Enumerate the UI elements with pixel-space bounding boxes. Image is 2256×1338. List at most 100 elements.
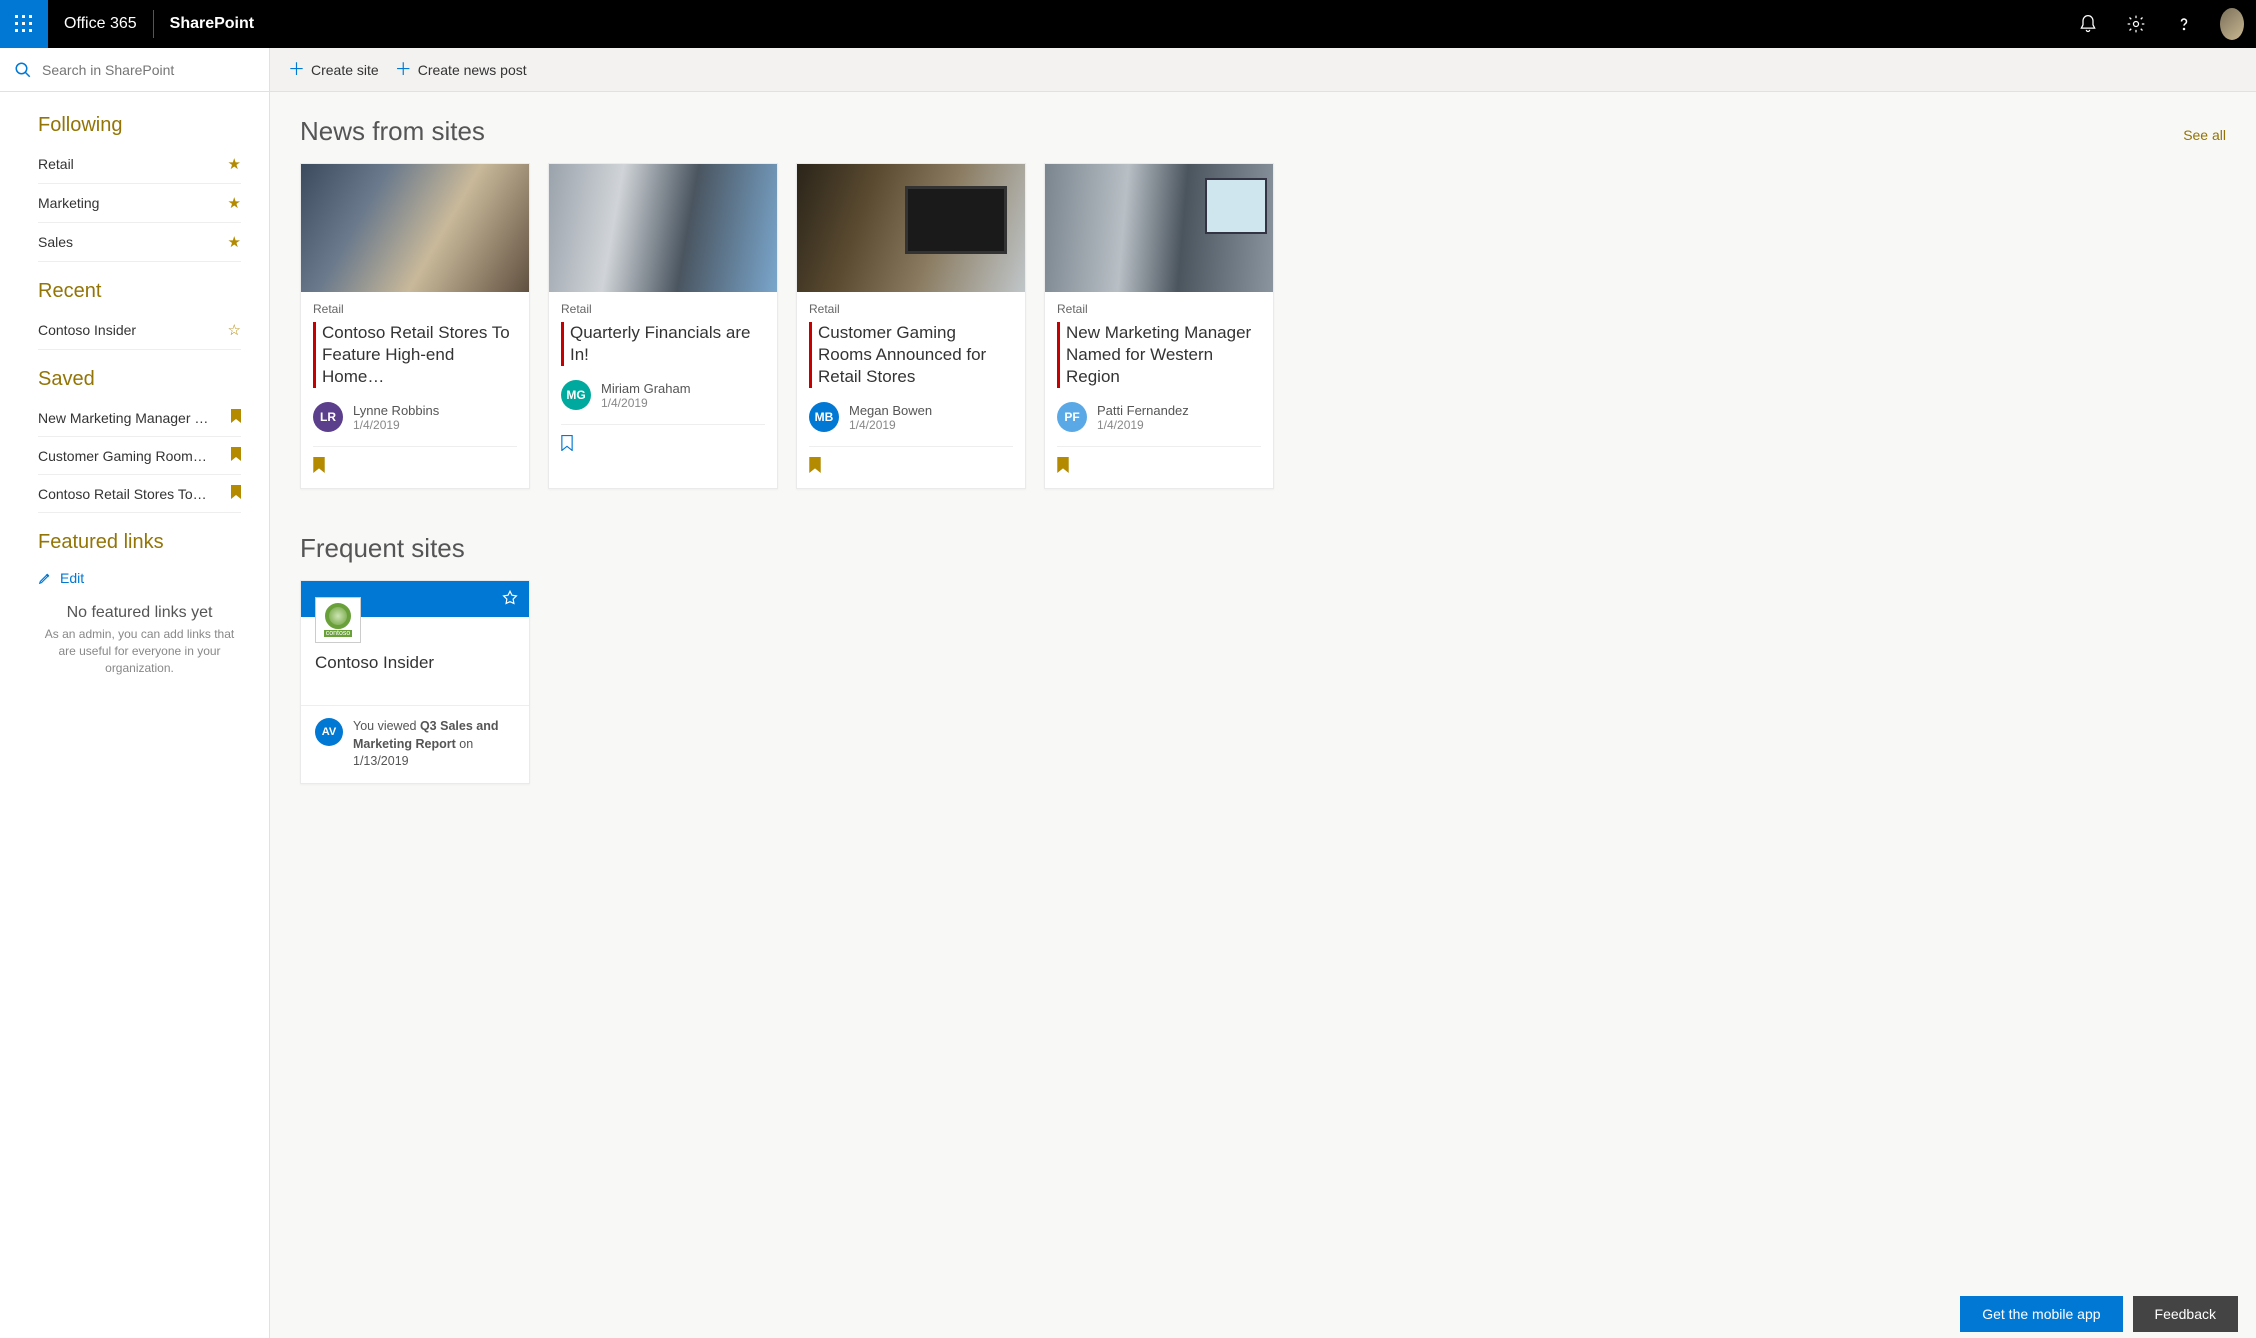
recent-item-contoso-insider[interactable]: Contoso Insider ☆ — [38, 311, 241, 350]
star-outline-icon[interactable] — [501, 589, 519, 610]
author-name: Megan Bowen — [849, 403, 932, 418]
news-card[interactable]: Retail Quarterly Financials are In! MG M… — [548, 163, 778, 489]
news-section-header: News from sites See all — [300, 116, 2226, 147]
featured-heading: Featured links — [38, 531, 241, 554]
account-button[interactable] — [2208, 0, 2256, 48]
news-category: Retail — [809, 302, 1013, 316]
news-thumbnail — [549, 164, 777, 292]
news-heading: News from sites — [300, 116, 485, 147]
activity-text: You viewed Q3 Sales and Marketing Report… — [353, 718, 515, 771]
following-item-retail[interactable]: Retail ★ — [38, 145, 241, 184]
following-item-label: Retail — [38, 156, 74, 172]
star-outline-icon[interactable]: ☆ — [228, 321, 241, 339]
following-item-marketing[interactable]: Marketing ★ — [38, 184, 241, 223]
news-see-all-link[interactable]: See all — [2183, 127, 2226, 143]
saved-item[interactable]: Contoso Retail Stores To Fea… — [38, 475, 241, 513]
create-news-post-button[interactable]: ＋ Create news post — [395, 61, 527, 78]
suite-product-label[interactable]: Office 365 — [48, 15, 153, 33]
left-nav: Following Retail ★ Marketing ★ Sales ★ R… — [0, 92, 269, 716]
recent-item-label: Contoso Insider — [38, 322, 136, 338]
frequent-site-name: Contoso Insider — [315, 653, 515, 673]
star-filled-icon[interactable]: ★ — [228, 233, 241, 251]
bell-icon — [2078, 14, 2098, 34]
featured-edit-label: Edit — [60, 570, 84, 586]
app-launcher-button[interactable] — [0, 0, 48, 48]
search-box[interactable] — [0, 48, 269, 92]
news-thumbnail — [797, 164, 1025, 292]
author-name: Lynne Robbins — [353, 403, 439, 418]
news-category: Retail — [1057, 302, 1261, 316]
news-grid: Retail Contoso Retail Stores To Feature … — [300, 163, 2226, 489]
saved-item[interactable]: New Marketing Manager N… — [38, 399, 241, 437]
bookmark-filled-icon[interactable] — [231, 447, 241, 464]
news-card[interactable]: Retail Contoso Retail Stores To Feature … — [300, 163, 530, 489]
frequent-activity: AV You viewed Q3 Sales and Marketing Rep… — [301, 705, 529, 783]
following-item-label: Marketing — [38, 195, 99, 211]
plus-icon: ＋ — [288, 61, 305, 78]
suite-app-label[interactable]: SharePoint — [154, 15, 270, 33]
following-item-sales[interactable]: Sales ★ — [38, 223, 241, 262]
news-date: 1/4/2019 — [1097, 418, 1189, 432]
news-thumbnail — [301, 164, 529, 292]
waffle-icon — [15, 15, 33, 33]
title-accent-bar — [809, 322, 812, 388]
featured-empty-state: No featured links yet As an admin, you c… — [38, 604, 241, 676]
news-title: Contoso Retail Stores To Feature High-en… — [322, 322, 517, 388]
saved-item-label: Customer Gaming Rooms A… — [38, 448, 210, 464]
suite-bar: Office 365 SharePoint — [0, 0, 2256, 48]
frequent-site-card[interactable]: contoso Contoso Insider AV You viewed Q3… — [300, 580, 530, 784]
news-date: 1/4/2019 — [601, 396, 691, 410]
star-filled-icon[interactable]: ★ — [228, 194, 241, 212]
saved-item[interactable]: Customer Gaming Rooms A… — [38, 437, 241, 475]
following-item-label: Sales — [38, 234, 73, 250]
get-mobile-app-button[interactable]: Get the mobile app — [1960, 1296, 2122, 1332]
bookmark-outline-icon[interactable] — [561, 438, 573, 454]
bookmark-filled-icon[interactable] — [1057, 460, 1069, 476]
saved-item-label: Contoso Retail Stores To Fea… — [38, 486, 210, 502]
question-icon — [2174, 14, 2194, 34]
news-date: 1/4/2019 — [353, 418, 439, 432]
site-logo: contoso — [315, 597, 361, 643]
title-accent-bar — [561, 322, 564, 366]
author-name: Miriam Graham — [601, 381, 691, 396]
bookmark-filled-icon[interactable] — [313, 460, 325, 476]
news-title: Customer Gaming Rooms Announced for Reta… — [818, 322, 1013, 388]
search-input[interactable] — [42, 62, 255, 78]
pencil-icon — [38, 571, 52, 585]
plus-icon: ＋ — [395, 61, 412, 78]
notifications-button[interactable] — [2064, 0, 2112, 48]
left-column: Following Retail ★ Marketing ★ Sales ★ R… — [0, 48, 270, 1338]
featured-empty-title: No featured links yet — [38, 604, 241, 622]
author-name: Patti Fernandez — [1097, 403, 1189, 418]
bookmark-filled-icon[interactable] — [231, 409, 241, 426]
suite-bar-right — [2064, 0, 2256, 48]
bookmark-filled-icon[interactable] — [809, 460, 821, 476]
news-title: New Marketing Manager Named for Western … — [1066, 322, 1261, 388]
news-category: Retail — [561, 302, 765, 316]
search-icon — [14, 61, 32, 79]
author-avatar: MB — [809, 402, 839, 432]
star-filled-icon[interactable]: ★ — [228, 155, 241, 173]
news-card[interactable]: Retail New Marketing Manager Named for W… — [1044, 163, 1274, 489]
main-scroll[interactable]: News from sites See all Retail Contoso R… — [270, 92, 2256, 1338]
frequent-heading: Frequent sites — [300, 533, 2226, 564]
main-column: ＋ Create site ＋ Create news post News fr… — [270, 48, 2256, 1338]
news-card[interactable]: Retail Customer Gaming Rooms Announced f… — [796, 163, 1026, 489]
feedback-button[interactable]: Feedback — [2133, 1296, 2238, 1332]
bookmark-filled-icon[interactable] — [231, 485, 241, 502]
content-row: Following Retail ★ Marketing ★ Sales ★ R… — [0, 48, 2256, 1338]
saved-item-label: New Marketing Manager N… — [38, 410, 210, 426]
frequent-sites-section: Frequent sites contoso Contoso Insider — [300, 533, 2226, 784]
help-button[interactable] — [2160, 0, 2208, 48]
user-avatar — [2220, 8, 2244, 40]
create-site-label: Create site — [311, 62, 379, 78]
activity-avatar: AV — [315, 718, 343, 746]
settings-button[interactable] — [2112, 0, 2160, 48]
author-avatar: MG — [561, 380, 591, 410]
featured-edit-link[interactable]: Edit — [38, 562, 241, 594]
create-site-button[interactable]: ＋ Create site — [288, 61, 379, 78]
title-accent-bar — [313, 322, 316, 388]
command-bar: ＋ Create site ＋ Create news post — [270, 48, 2256, 92]
suite-bar-left: Office 365 SharePoint — [0, 0, 270, 48]
news-category: Retail — [313, 302, 517, 316]
